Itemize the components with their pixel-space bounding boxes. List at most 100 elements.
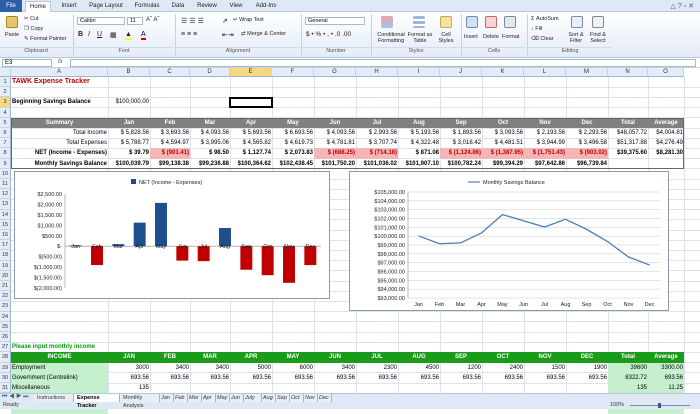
sheet-nav-icon[interactable]: ⏮ ◀ ▶ ⏭ <box>2 394 29 401</box>
income-header[interactable]: SEP <box>440 352 482 363</box>
column-header[interactable]: D <box>190 68 230 77</box>
input-note[interactable]: Please input monthly income <box>11 342 190 352</box>
tab-insert[interactable]: Insert <box>56 1 82 12</box>
income-cell[interactable]: 693.56 <box>648 372 684 383</box>
row-header[interactable]: 2 <box>0 87 11 98</box>
income-cell[interactable] <box>272 383 314 393</box>
sheet-tab[interactable]: Aug <box>262 394 276 402</box>
income-cell[interactable]: 135 <box>108 383 150 393</box>
income-header[interactable]: DEC <box>566 352 608 363</box>
italic-button[interactable]: I <box>88 31 90 38</box>
row-header[interactable]: 31 <box>0 383 11 394</box>
insert-cells-icon[interactable] <box>466 16 478 28</box>
font-name-select[interactable]: Calibri <box>77 17 125 25</box>
income-cell[interactable]: 693.56 <box>230 373 272 383</box>
row-header[interactable]: 15 <box>0 219 11 230</box>
name-box[interactable]: E3 <box>2 59 52 67</box>
income-header[interactable]: OCT <box>482 352 524 363</box>
bar[interactable] <box>133 222 146 247</box>
column-header[interactable]: M <box>566 68 608 77</box>
column-header[interactable]: L <box>524 68 566 77</box>
series-line[interactable] <box>418 213 650 266</box>
merge-center-button[interactable]: ⇄ Merge & Center <box>241 31 286 37</box>
income-cell[interactable]: 4500 <box>398 363 440 373</box>
column-header[interactable]: B <box>108 68 150 77</box>
sort-filter-icon[interactable] <box>571 16 583 28</box>
sheet-tab[interactable]: Expense Tracker <box>74 394 120 409</box>
row-header[interactable]: 18 <box>0 250 11 261</box>
fill-button[interactable]: ↓ Fill <box>531 26 542 32</box>
row-header[interactable]: 21 <box>0 281 11 292</box>
income-cell[interactable]: 693.56 <box>524 373 566 383</box>
fill-color-icon[interactable]: ▲ <box>125 31 132 40</box>
paste-icon[interactable] <box>6 16 18 28</box>
bold-button[interactable]: B <box>78 31 83 38</box>
fx-icon[interactable]: fx <box>58 59 63 65</box>
format-cells-button[interactable]: Format <box>502 34 519 40</box>
row-header[interactable]: 25 <box>0 321 11 332</box>
row-header[interactable]: 14 <box>0 209 11 220</box>
number-format-select[interactable]: General <box>305 17 365 25</box>
income-cell[interactable] <box>398 383 440 393</box>
zoom-slider-thumb[interactable] <box>658 403 661 408</box>
column-header[interactable]: A <box>11 68 108 77</box>
worksheet-grid[interactable]: ABCDEFGHIJKLMNO 1 2 3 4 5 6 7 8 9 10 11 12 13 14 15 16 1… <box>0 68 700 414</box>
row-header[interactable]: 23 <box>0 301 11 312</box>
row-header[interactable]: 28 <box>0 352 11 363</box>
find-select-button[interactable]: Find & Select <box>586 32 610 44</box>
zoom-level[interactable]: 100% <box>610 402 624 408</box>
row-header[interactable]: 4 <box>0 107 11 118</box>
copy-button[interactable]: ❐ Copy <box>24 26 43 32</box>
row-header[interactable]: 10 <box>0 168 11 179</box>
column-header[interactable]: F <box>272 68 314 77</box>
row-header[interactable]: 8 <box>0 148 11 159</box>
formula-input[interactable] <box>70 59 696 67</box>
income-header[interactable]: Total <box>608 352 648 363</box>
clear-button[interactable]: ⌫ Clear <box>531 36 553 42</box>
row-header[interactable]: 12 <box>0 189 11 200</box>
row-header[interactable]: 16 <box>0 230 11 241</box>
income-cell[interactable]: 1900 <box>566 363 608 373</box>
cell-styles-button[interactable]: Cell Styles <box>435 32 457 44</box>
income-cell[interactable]: 693.56 <box>566 373 608 383</box>
row-header[interactable]: 26 <box>0 332 11 343</box>
income-header[interactable]: APR <box>230 352 272 363</box>
format-cells-icon[interactable] <box>504 16 516 28</box>
income-header[interactable]: AUG <box>398 352 440 363</box>
row-header[interactable]: 30 <box>0 372 11 383</box>
income-cell[interactable]: 693.56 <box>356 373 398 383</box>
income-cell[interactable]: 693.56 <box>314 373 356 383</box>
row-header[interactable]: 7 <box>0 138 11 149</box>
delete-cells-button[interactable]: Delete <box>483 34 499 40</box>
bar[interactable] <box>283 246 295 283</box>
conditional-formatting-button[interactable]: Conditional Formatting <box>374 32 408 44</box>
income-header[interactable]: MAR <box>190 352 230 363</box>
income-cell[interactable]: 3000 <box>108 363 150 373</box>
income-cell[interactable] <box>566 383 608 393</box>
row-header[interactable]: 20 <box>0 270 11 281</box>
income-cell[interactable]: 2400 <box>482 363 524 373</box>
find-select-icon[interactable] <box>592 16 604 28</box>
column-header[interactable]: I <box>398 68 440 77</box>
align-top-icon[interactable]: ☰ ☰ ☰ <box>181 17 204 25</box>
income-header[interactable]: NOV <box>524 352 566 363</box>
income-cell[interactable]: 693.56 <box>190 373 230 383</box>
income-header[interactable]: FEB <box>150 352 190 363</box>
row-header[interactable]: 17 <box>0 240 11 251</box>
income-cell[interactable]: 693.56 <box>398 373 440 383</box>
orientation-icon[interactable]: ⇗ <box>222 17 228 25</box>
income-cell[interactable]: 693.56 <box>150 373 190 383</box>
sheet-tab[interactable]: May <box>216 394 230 402</box>
income-header[interactable]: JUL <box>356 352 398 363</box>
column-header[interactable]: K <box>482 68 524 77</box>
format-table-button[interactable]: Format as Table <box>407 32 433 44</box>
sort-filter-button[interactable]: Sort & Filter <box>564 32 588 44</box>
income-cell[interactable] <box>190 383 230 393</box>
tab-page-layout[interactable]: Page Layout <box>86 1 126 12</box>
column-header[interactable]: E <box>230 68 272 77</box>
sheet-tab[interactable]: Apr <box>202 394 216 402</box>
income-cell[interactable]: 693.56 <box>272 373 314 383</box>
sheet-tab[interactable]: Monthly Analysis <box>120 394 160 409</box>
tab-review[interactable]: Review <box>193 1 221 12</box>
column-header[interactable]: J <box>440 68 482 77</box>
